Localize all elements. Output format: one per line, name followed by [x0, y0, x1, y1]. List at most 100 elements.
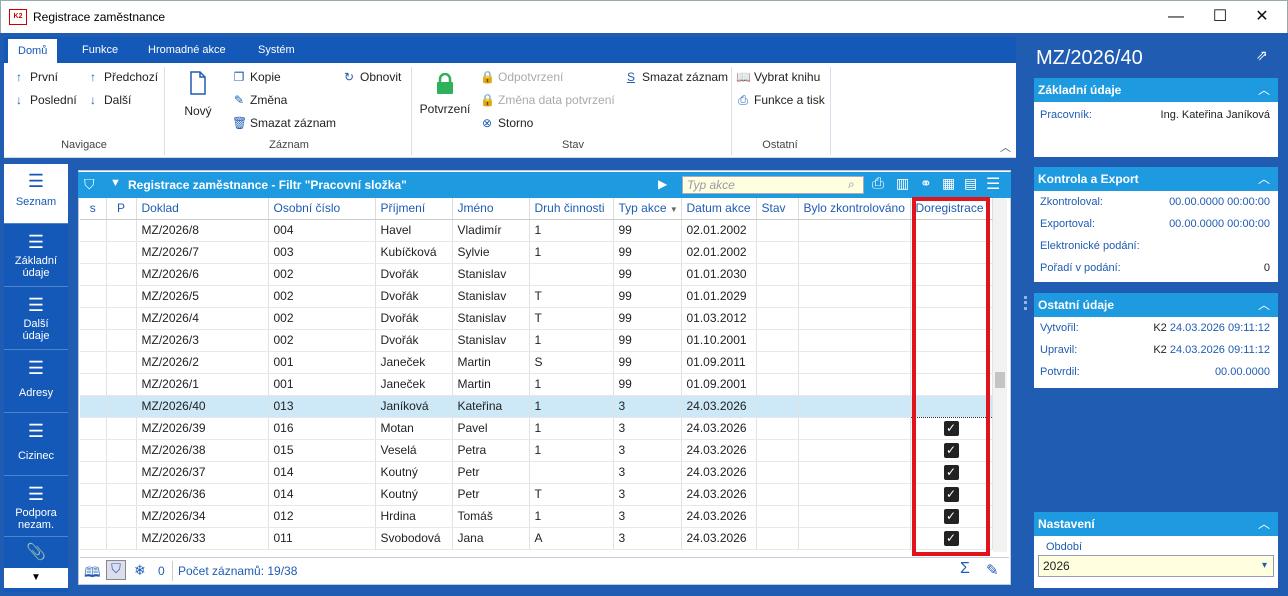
collapse-ribbon-icon[interactable]: ︿ [1000, 139, 1011, 155]
tab-funkce[interactable]: Funkce [72, 37, 128, 63]
table-row[interactable]: MZ/2026/39 016 Motan Pavel 1 3 24.03.2026 ✓ [80, 417, 993, 440]
delete-record-stav-button[interactable]: S Smazat záznam [624, 70, 728, 84]
table-row[interactable]: MZ/2026/40 013 Janíková Kateřina 1 3 24.03.202… [80, 395, 993, 418]
tab-system[interactable]: Systém [248, 37, 305, 63]
filter-icon[interactable]: ⛉ [106, 560, 126, 580]
col-header-doklad[interactable]: Doklad [136, 198, 269, 220]
close-button[interactable]: ✕ [1239, 1, 1285, 33]
cell-prijmeni: Dvořák [375, 329, 453, 352]
nav-item-dalsi-udaje[interactable]: ☰ Další údaje [4, 288, 68, 350]
first-button[interactable]: ↑ První [12, 70, 58, 84]
cell-osobni: 002 [268, 263, 376, 286]
table-row[interactable]: MZ/2026/1 001 Janeček Martin 1 99 01.09.2001 [80, 373, 993, 396]
chevron-up-icon[interactable]: ︿ [1258, 512, 1270, 536]
table-body: MZ/2026/8 004 Havel Vladimír 1 99 02.01.2002 MZ… [80, 219, 993, 550]
section-header[interactable]: Kontrola a Export ︿ [1034, 167, 1278, 191]
table-row[interactable]: MZ/2026/36 014 Koutný Petr T 3 24.03.2026 ✓ [80, 483, 993, 506]
unconfirm-button[interactable]: 🔒 Odpotvrzení [480, 70, 563, 84]
table-row[interactable]: MZ/2026/6 002 Dvořák Stanislav 99 01.01.2030 [80, 263, 993, 286]
col-header-bylo-zkontrolovano[interactable]: Bylo zkontrolováno [798, 198, 911, 220]
binoculars-icon[interactable]: ⚭ [920, 175, 932, 192]
last-button[interactable]: ↓ Poslední [12, 93, 77, 107]
section-header[interactable]: Základní údaje ︿ [1034, 78, 1278, 102]
table-row[interactable]: MZ/2026/38 015 Veselá Petra 1 3 24.03.2026 ✓ [80, 439, 993, 462]
chevron-up-icon[interactable]: ︿ [1258, 167, 1270, 191]
confirm-button[interactable]: Potvrzení [416, 72, 474, 116]
table-cell [756, 263, 799, 286]
col-header-stav[interactable]: Stav [756, 198, 799, 220]
functions-print-button[interactable]: ⎙ Funkce a tisk [736, 93, 825, 108]
nav-item-podpora-nezam[interactable]: ☰ Podpora nezam. [4, 477, 68, 537]
col-header-jmeno[interactable]: Jméno [452, 198, 530, 220]
book-icon[interactable]: 🕮 [84, 562, 101, 586]
prev-button[interactable]: ↑ Předchozí [86, 70, 158, 84]
splitter[interactable] [1021, 33, 1030, 596]
table-row[interactable]: MZ/2026/2 001 Janeček Martin S 99 01.09.2011 [80, 351, 993, 374]
nav-item-seznam[interactable]: ☰ Seznam [4, 164, 68, 224]
export-icon[interactable]: ▤ [964, 175, 977, 192]
grid-search-input[interactable]: Typ akce [682, 176, 864, 194]
chevron-down-icon[interactable]: ▼ [110, 177, 121, 189]
record-count: Počet záznamů: 19/38 [178, 564, 298, 578]
nav-item-adresy[interactable]: ☰ Adresy [4, 351, 68, 413]
filter-icon[interactable]: ⛉ [84, 176, 95, 193]
table-row[interactable]: MZ/2026/7 003 Kubíčková Sylvie 1 99 02.01.2002 [80, 241, 993, 264]
col-header-datum-akce[interactable]: Datum akce [681, 198, 757, 220]
open-external-icon[interactable]: ⇗ [1256, 47, 1268, 64]
chart-icon[interactable]: ▥ [896, 175, 909, 192]
printer-icon[interactable]: ⎙ [872, 175, 884, 192]
table-row[interactable]: MZ/2026/5 002 Dvořák Stanislav T 99 01.01.2029 [80, 285, 993, 308]
section-header[interactable]: Nastavení ︿ [1034, 512, 1278, 536]
play-icon[interactable]: ▶ [658, 177, 667, 191]
obdobi-select[interactable]: 2026 ▾ [1038, 555, 1274, 577]
attachment-icon[interactable]: 📎 [4, 538, 68, 568]
choose-book-button[interactable]: 📖 Vybrat knihu [736, 70, 820, 84]
table-cell [756, 395, 799, 418]
change-button[interactable]: ✎ Změna [232, 93, 287, 107]
nav-item-zakladni-udaje[interactable]: ☰ Základní údaje [4, 225, 68, 287]
maximize-button[interactable]: ☐ [1197, 1, 1243, 33]
splitter-grip-icon[interactable] [1024, 296, 1027, 310]
cell-prijmeni: Havel [375, 219, 453, 242]
snowflake-icon[interactable]: ❄ [134, 562, 146, 579]
nav-item-cizinec[interactable]: ☰ Cizinec [4, 414, 68, 476]
columns-icon[interactable]: ▦ [942, 175, 955, 192]
col-header-typ-akce[interactable]: Typ akce ▼ [613, 198, 682, 220]
section-header[interactable]: Ostatní údaje ︿ [1034, 293, 1278, 317]
nav-scroll-down-icon[interactable]: ▼ [4, 568, 68, 588]
table-cell [106, 417, 137, 440]
next-button[interactable]: ↓ Další [86, 93, 131, 107]
cell-jmeno: Stanislav [452, 263, 530, 286]
list-icon: ☰ [27, 171, 45, 191]
copy-button[interactable]: ❐ Kopie [232, 70, 281, 84]
change-confirm-date-button[interactable]: 🔒 Změna data potvrzení [480, 93, 615, 107]
col-header-s[interactable]: s [80, 198, 107, 220]
menu-icon[interactable]: ☰ [986, 174, 1000, 194]
minimize-button[interactable]: — [1153, 1, 1199, 33]
sum-icon[interactable]: Σ [960, 560, 970, 578]
table-cell [106, 329, 137, 352]
table-row[interactable]: MZ/2026/37 014 Koutný Petr 3 24.03.2026 ✓ [80, 461, 993, 484]
tab-hromadne-akce[interactable]: Hromadné akce [138, 37, 236, 63]
table-row[interactable]: MZ/2026/4 002 Dvořák Stanislav T 99 01.03.2012 [80, 307, 993, 330]
search-icon[interactable]: ⌕ [848, 177, 855, 192]
table-row[interactable]: MZ/2026/3 002 Dvořák Stanislav 1 99 01.10.2001 [80, 329, 993, 352]
storno-button[interactable]: ⊗ Storno [480, 116, 533, 130]
table-row[interactable]: MZ/2026/8 004 Havel Vladimír 1 99 02.01.2002 [80, 219, 993, 242]
tab-domu[interactable]: Domů [8, 39, 58, 63]
grid-scrollbar-thumb[interactable] [995, 372, 1005, 388]
col-header-prijmeni[interactable]: Příjmení [375, 198, 453, 220]
pencil-icon[interactable]: ✎ [986, 561, 999, 579]
table-row[interactable]: MZ/2026/33 011 Svobodová Jana A 3 24.03.2026 ✓ [80, 527, 993, 550]
table-row[interactable]: MZ/2026/34 012 Hrdina Tomáš 1 3 24.03.2026 ✓ [80, 505, 993, 528]
chevron-up-icon[interactable]: ︿ [1258, 293, 1270, 317]
refresh-button[interactable]: ↻ Obnovit [342, 70, 401, 84]
cell-jmeno: Martin [452, 351, 530, 374]
chevron-up-icon[interactable]: ︿ [1258, 78, 1270, 102]
cell-jmeno: Pavel [452, 417, 530, 440]
col-header-druh-cinnosti[interactable]: Druh činnosti [529, 198, 614, 220]
delete-record-button[interactable]: 🗑 Smazat záznam [232, 116, 336, 130]
col-header-osobni-cislo[interactable]: Osobní číslo [268, 198, 376, 220]
col-header-p[interactable]: P [106, 198, 137, 220]
new-button[interactable]: Nový [180, 71, 216, 118]
